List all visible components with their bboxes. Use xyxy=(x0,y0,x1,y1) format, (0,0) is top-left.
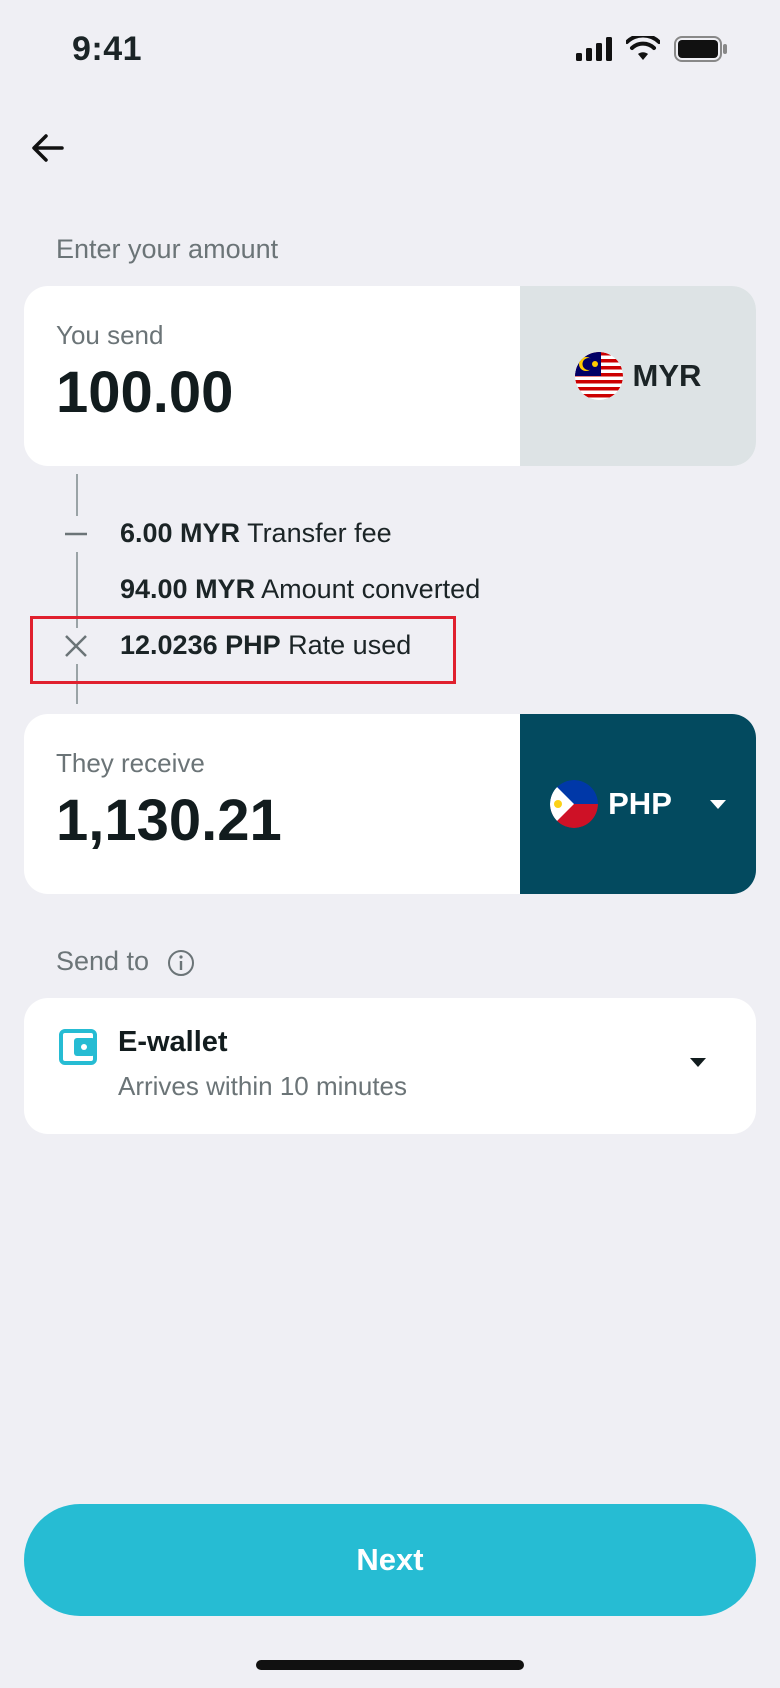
converted-amount: 94.00 MYR xyxy=(120,574,256,604)
send-currency-code: MYR xyxy=(632,358,702,393)
status-icons xyxy=(576,36,728,62)
send-to-text: Send to xyxy=(56,946,150,976)
minus-icon xyxy=(58,516,94,552)
send-amount-input[interactable]: 100.00 xyxy=(56,359,520,426)
amount-section-label: Enter your amount xyxy=(56,234,279,264)
fee-label: Transfer fee xyxy=(247,518,392,548)
home-indicator xyxy=(256,1660,524,1670)
receive-amount-card: They receive 1,130.21 PHP xyxy=(24,714,756,894)
chevron-down-icon xyxy=(709,799,726,809)
send-amount-card: You send 100.00 MYR xyxy=(24,286,756,466)
philippines-flag-icon xyxy=(550,780,599,828)
send-caption: You send xyxy=(56,320,164,350)
info-icon[interactable] xyxy=(167,949,195,977)
battery-icon xyxy=(674,36,727,62)
payout-method-subtitle: Arrives within 10 minutes xyxy=(118,1071,407,1101)
payout-method-selector[interactable]: E-wallet Arrives within 10 minutes xyxy=(24,998,756,1134)
wifi-icon xyxy=(626,36,660,60)
payout-method-title: E-wallet xyxy=(118,1026,228,1058)
send-to-label: Send to xyxy=(56,946,195,977)
receive-currency-code: PHP xyxy=(608,786,672,821)
next-button[interactable]: Next xyxy=(24,1504,756,1616)
rate-highlight-box xyxy=(30,616,456,684)
fee-amount: 6.00 MYR xyxy=(120,518,241,548)
receive-caption: They receive xyxy=(56,748,205,778)
converted-label: Amount converted xyxy=(261,574,481,604)
transfer-fee-row: 6.00 MYR Transfer fee xyxy=(120,518,392,549)
signal-icon xyxy=(576,37,612,61)
amount-converted-row: 94.00 MYR Amount converted xyxy=(120,574,480,605)
receive-currency-selector[interactable]: PHP xyxy=(520,714,756,894)
transfer-amount-screen: 9:41 Enter your amount You send 100.00 M… xyxy=(0,0,780,1688)
chevron-down-icon xyxy=(690,1058,706,1067)
back-arrow-icon xyxy=(32,134,64,162)
wallet-icon xyxy=(59,1029,97,1065)
receive-amount-input[interactable]: 1,130.21 xyxy=(56,787,520,854)
malaysia-flag-icon xyxy=(574,352,623,400)
send-currency-selector[interactable]: MYR xyxy=(520,286,756,466)
send-amount-area[interactable]: You send 100.00 xyxy=(24,286,520,466)
status-time: 9:41 xyxy=(72,30,143,68)
back-button[interactable] xyxy=(24,124,72,172)
receive-amount-area[interactable]: They receive 1,130.21 xyxy=(24,714,520,894)
